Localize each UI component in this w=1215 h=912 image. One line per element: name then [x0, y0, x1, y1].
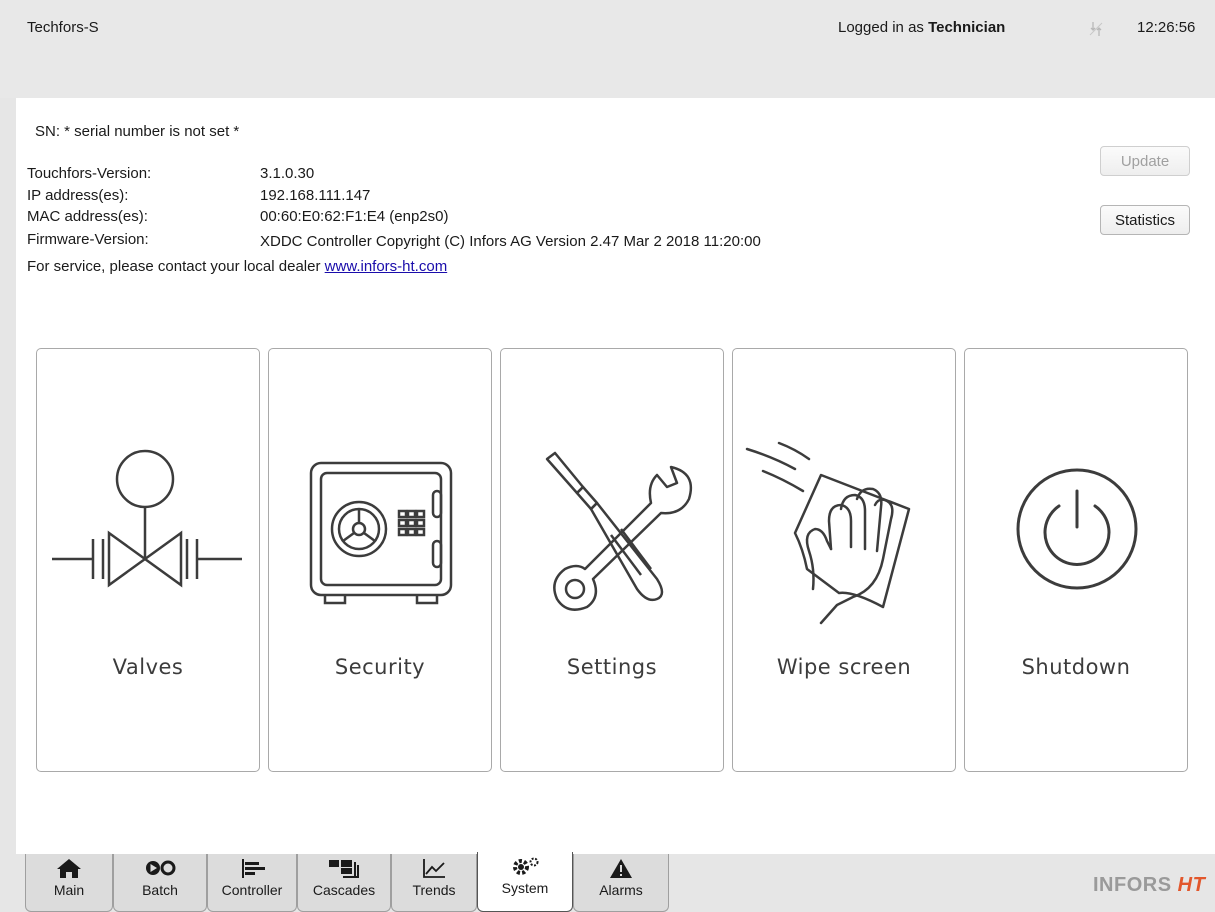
network-disconnected-icon — [1089, 22, 1103, 36]
tab-label-batch: Batch — [142, 882, 178, 898]
tile-shutdown[interactable]: Shutdown — [964, 348, 1188, 772]
tile-security[interactable]: Security — [268, 348, 492, 772]
tab-trends[interactable]: Trends — [391, 854, 477, 912]
service-note: For service, please contact your local d… — [27, 258, 447, 275]
touchfors-version-value: 3.1.0.30 — [260, 165, 315, 182]
alarm-warning-icon — [610, 859, 632, 878]
infors-ht-logo: INFORS HT — [1093, 874, 1206, 896]
tile-label-wipe-screen: Wipe screen — [776, 655, 912, 679]
tools-icon — [545, 451, 693, 611]
tile-wipe-screen[interactable]: Wipe screen — [732, 348, 956, 772]
controller-bars-icon — [242, 859, 265, 878]
app-title: Techfors-S — [27, 19, 99, 36]
firmware-version-value: XDDC Controller Copyright (C) Infors AG … — [260, 233, 761, 250]
ip-address-label: IP address(es): — [27, 187, 129, 204]
dealer-link[interactable]: www.infors-ht.com — [325, 258, 448, 275]
tile-settings[interactable]: Settings — [500, 348, 724, 772]
serial-number: SN: * serial number is not set * — [35, 123, 240, 140]
tab-cascades[interactable]: Cascades — [297, 854, 391, 912]
touchfors-version-label: Touchfors-Version: — [27, 165, 152, 182]
tab-label-main: Main — [53, 882, 85, 898]
tab-label-controller: Controller — [221, 882, 283, 898]
system-panel: SN: * serial number is not set * Touchfo… — [16, 98, 1215, 854]
bottom-tab-bar: Main Batch Controller Cascades Trends Sy… — [0, 852, 1215, 912]
tab-label-trends: Trends — [412, 882, 456, 898]
tab-label-alarms: Alarms — [599, 882, 643, 898]
gears-icon — [513, 857, 539, 875]
login-status: Logged in as Technician — [838, 19, 1005, 36]
firmware-version-label: Firmware-Version: — [27, 231, 149, 248]
tile-label-shutdown: Shutdown — [1021, 655, 1131, 679]
tile-label-security: Security — [334, 655, 426, 679]
update-button[interactable]: Update — [1100, 146, 1190, 176]
tile-valves[interactable]: Valves — [36, 348, 260, 772]
mac-address-label: MAC address(es): — [27, 208, 148, 225]
safe-icon — [309, 461, 453, 605]
login-user: Technician — [928, 19, 1006, 36]
tile-label-valves: Valves — [112, 655, 184, 679]
service-text: For service, please contact your local d… — [27, 258, 325, 275]
trend-chart-icon — [423, 859, 445, 878]
power-icon — [1016, 468, 1138, 590]
top-bar: Techfors-S Logged in as Technician 12:26… — [0, 0, 1215, 98]
clock: 12:26:56 — [1137, 19, 1196, 36]
statistics-button[interactable]: Statistics — [1100, 205, 1190, 235]
tab-main[interactable]: Main — [25, 854, 113, 912]
tab-batch[interactable]: Batch — [113, 854, 207, 912]
valve-icon — [52, 449, 242, 588]
wipe-hand-icon — [745, 441, 911, 625]
cascades-icon — [329, 860, 359, 878]
tab-system[interactable]: System — [477, 852, 573, 912]
login-prefix: Logged in as — [838, 19, 929, 36]
tab-label-system: System — [501, 880, 549, 896]
tab-alarms[interactable]: Alarms — [573, 854, 669, 912]
ip-address-value: 192.168.111.147 — [260, 187, 371, 204]
tab-label-cascades: Cascades — [312, 882, 376, 898]
mac-address-value: 00:60:E0:62:F1:E4 (enp2s0) — [260, 208, 449, 225]
home-icon — [57, 859, 81, 878]
tile-label-settings: Settings — [566, 655, 658, 679]
tab-controller[interactable]: Controller — [207, 854, 297, 912]
batch-icon — [146, 860, 176, 876]
